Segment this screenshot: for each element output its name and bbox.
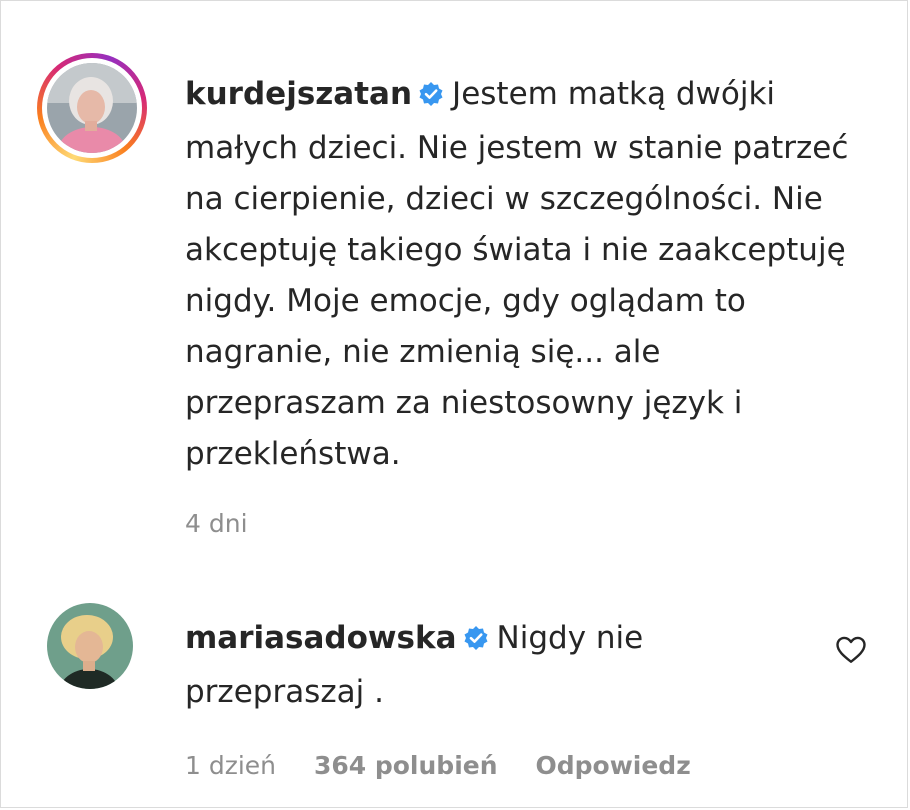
avatar-image bbox=[47, 603, 133, 689]
verified-badge-icon bbox=[463, 616, 489, 667]
avatar-image bbox=[47, 63, 137, 153]
heart-outline-icon[interactable] bbox=[833, 631, 869, 667]
comment-text-line: małych dzieci. Nie jestem w stanie patrz… bbox=[185, 130, 849, 166]
comment-body: mariasadowska Nigdy nie przepraszaj . bbox=[185, 613, 825, 718]
comment-text-line: nagranie, nie zmienią się... ale bbox=[185, 334, 661, 370]
comment-text-line: przepraszaj . bbox=[185, 674, 384, 710]
comment-text-line: akceptuję takiego świata i nie zaakceptu… bbox=[185, 232, 846, 268]
timestamp-link[interactable]: 4 dni bbox=[185, 509, 248, 538]
comment-meta: 4 dni bbox=[185, 509, 278, 538]
likes-count-button[interactable]: 364 polubień bbox=[314, 751, 498, 780]
story-ring[interactable] bbox=[37, 53, 147, 163]
comment-text-line: przekleństwa. bbox=[185, 436, 401, 472]
reply-button[interactable]: Odpowiedz bbox=[535, 751, 690, 780]
timestamp-link[interactable]: 1 dzień bbox=[185, 751, 276, 780]
comment-text-line: przepraszam za niestosowny język i bbox=[185, 385, 743, 421]
verified-badge-icon bbox=[418, 72, 444, 123]
comment-body: kurdejszatan Jestem matką dwójki małych … bbox=[185, 69, 885, 480]
username-link[interactable]: kurdejszatan bbox=[185, 76, 412, 112]
comments-panel: kurdejszatan Jestem matką dwójki małych … bbox=[0, 0, 908, 808]
comment-meta: 1 dzień 364 polubień Odpowiedz bbox=[185, 751, 721, 780]
avatar[interactable] bbox=[47, 603, 133, 689]
comment-text-line: na cierpienie, dzieci w szczególności. N… bbox=[185, 181, 823, 217]
comment-text-line: nigdy. Moje emocje, gdy oglądam to bbox=[185, 283, 746, 319]
comment-text-line: Jestem matką dwójki bbox=[452, 76, 776, 112]
avatar[interactable] bbox=[47, 63, 137, 153]
username-link[interactable]: mariasadowska bbox=[185, 620, 457, 656]
comment-text-line: Nigdy nie bbox=[496, 620, 644, 656]
